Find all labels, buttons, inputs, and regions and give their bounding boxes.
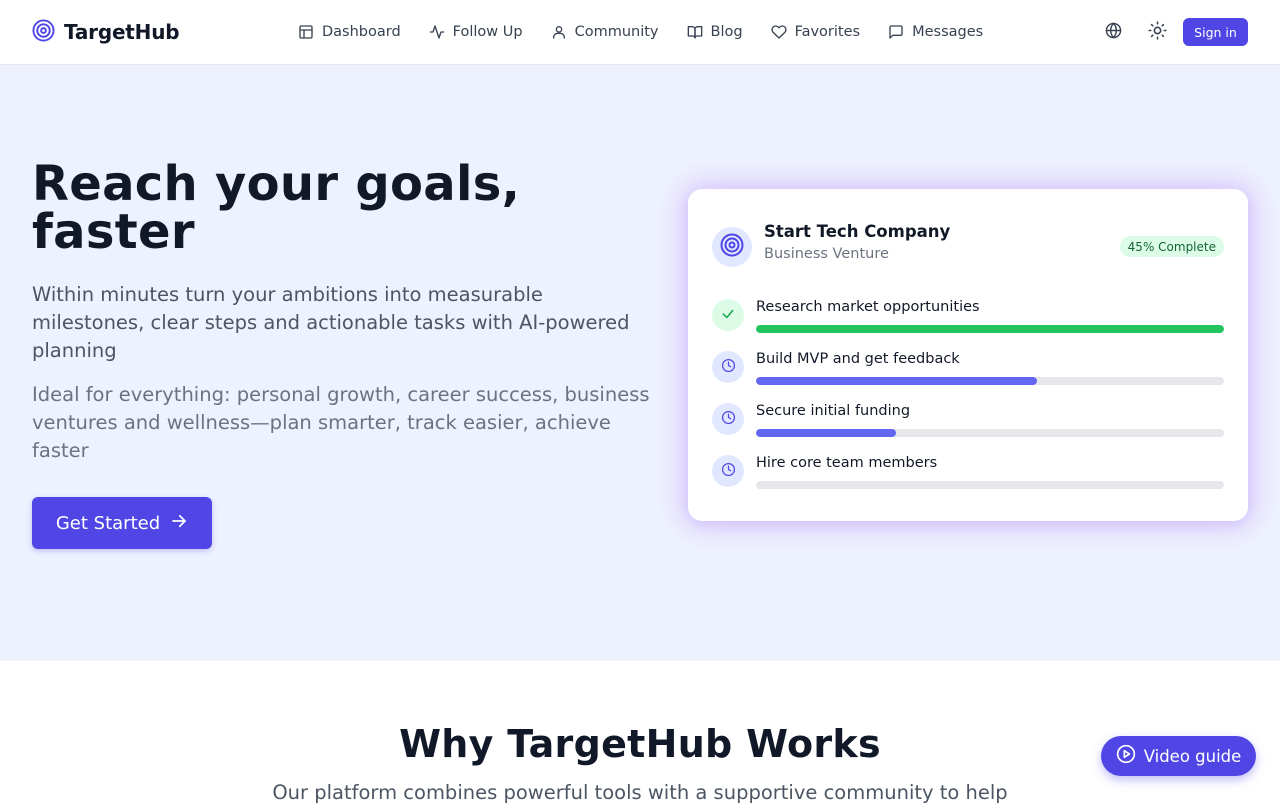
language-button[interactable] [1101,20,1125,44]
section-subtitle: Our platform combines powerful tools wit… [272,781,1008,804]
goal-preview-card: Start Tech Company Business Venture 45% … [688,189,1248,521]
nav-item-dashboard[interactable]: Dashboard [298,24,401,40]
nav-item-label: Messages [912,24,984,40]
nav-item-community[interactable]: Community [551,24,659,40]
globe-icon [1105,21,1122,43]
goal-avatar [712,227,752,267]
nav-item-messages[interactable]: Messages [888,24,983,40]
arrow-right-icon [170,512,188,535]
task-row: Secure initial funding [712,403,1224,437]
nav-item-label: Blog [710,24,743,40]
hero-subtitle: Within minutes turn your ambitions into … [32,283,630,362]
task-label: Build MVP and get feedback [756,351,960,367]
hero-secondary-text: Ideal for everything: personal growth, c… [32,383,650,462]
task-row: Hire core team members [712,455,1224,489]
sun-icon [1147,20,1167,44]
top-navbar: TargetHub Dashboard Follow Up Community … [0,0,1280,65]
task-progress-bar [756,429,1224,437]
task-progress-fill [756,377,1037,385]
nav-item-follow-up[interactable]: Follow Up [429,24,523,40]
video-guide-label: Video guide [1143,746,1242,766]
nav-item-label: Community [574,24,659,40]
activity-icon [429,24,445,40]
task-progress-bar [756,377,1224,385]
get-started-label: Get Started [55,512,161,534]
task-status [712,455,744,487]
task-status [712,299,744,331]
theme-toggle-button[interactable] [1145,20,1169,44]
nav-item-label: Dashboard [322,24,401,40]
section-title: Why TargetHub Works [399,722,881,766]
play-circle-icon [1116,744,1136,768]
hero-section: Reach your goals, faster Within minutes … [0,65,1280,661]
brand-logo[interactable]: TargetHub [32,18,180,46]
message-icon [888,24,904,40]
task-status [712,403,744,435]
sign-in-button[interactable]: Sign in [1183,18,1248,46]
task-label: Secure initial funding [756,403,911,419]
completion-badge: 45% Complete [1119,236,1224,257]
nav-item-label: Follow Up [452,24,523,40]
task-status [712,351,744,383]
target-icon [720,233,744,261]
main-nav: Dashboard Follow Up Community Blog Favor… [298,20,1011,44]
nav-item-blog[interactable]: Blog [687,24,743,40]
task-progress-fill [756,429,897,437]
clock-icon [721,410,736,429]
video-guide-button[interactable]: Video guide [1101,736,1256,776]
task-progress-fill [756,325,1224,333]
nav-item-label: Favorites [794,24,861,40]
user-icon [551,24,567,40]
task-progress-bar [756,325,1224,333]
hero-title: Reach your goals, faster [32,156,521,260]
task-row: Build MVP and get feedback [712,351,1224,385]
clock-icon [721,462,736,481]
goal-category: Business Venture [764,246,889,262]
check-icon [721,306,735,325]
task-label: Hire core team members [756,455,938,471]
clock-icon [721,358,736,377]
dashboard-icon [298,24,314,40]
task-row: Research market opportunities [712,299,1224,333]
task-progress-bar [756,481,1224,489]
brand-name: TargetHub [64,20,180,44]
target-icon [32,18,55,46]
task-label: Research market opportunities [756,299,980,315]
goal-title: Start Tech Company [764,222,951,241]
get-started-button[interactable]: Get Started [32,497,212,549]
nav-item-favorites[interactable]: Favorites [770,24,861,40]
book-icon [687,24,703,40]
heart-icon [770,24,787,40]
